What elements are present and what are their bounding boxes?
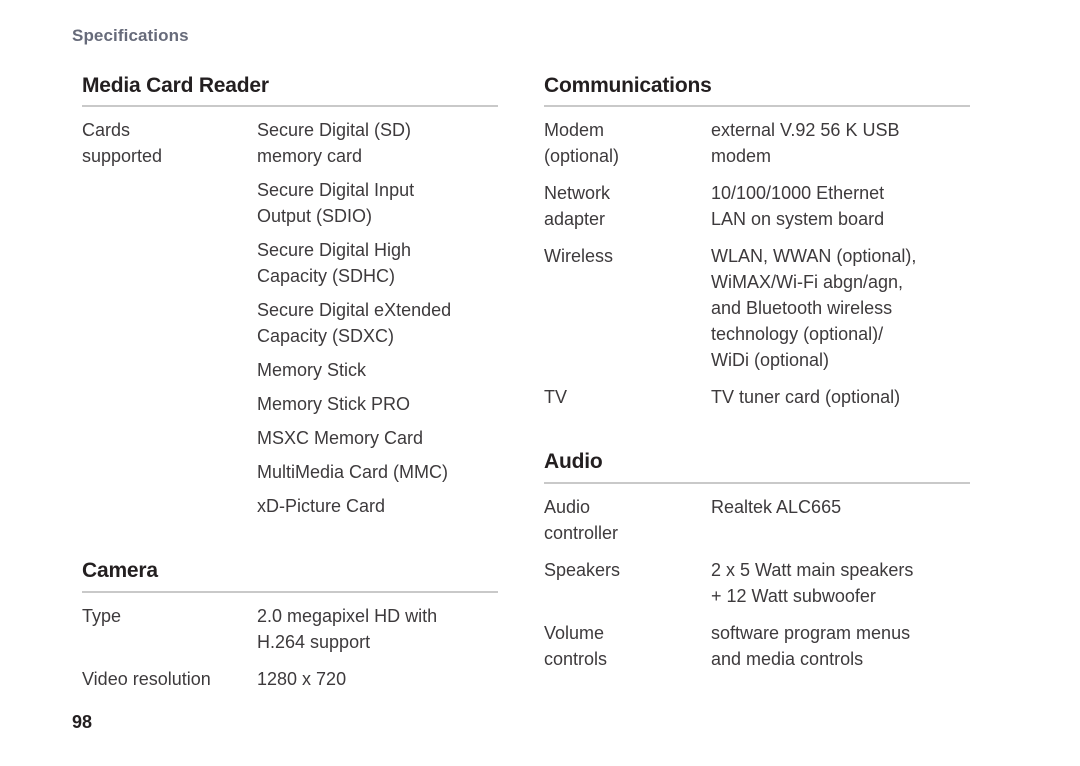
spec-value-item: MultiMedia Card (MMC)	[257, 462, 449, 483]
spec-label: Speakers	[544, 559, 621, 580]
spec-row: Video resolution 1280 x 720	[82, 666, 498, 692]
spec-value: Realtek ALC665	[711, 496, 842, 517]
spec-value-item: Memory Stick	[257, 360, 367, 381]
spec-value-list: Secure Digital (SD) memory card Secure Di…	[257, 117, 498, 519]
spec-label: Cards supported	[82, 120, 163, 167]
spec-row: Cards supported Secure Digital (SD) memor…	[82, 117, 498, 519]
spec-value: 2 x 5 Watt main speakers + 12 Watt subwo…	[711, 559, 914, 606]
spec-value-item: Secure Digital High Capacity (SDHC)	[257, 240, 412, 287]
spec-value-item: xD-Picture Card	[257, 496, 386, 517]
spec-row: Network adapter 10/100/1000 Ethernet LAN …	[544, 180, 970, 232]
spec-label: Wireless	[544, 246, 614, 267]
spec-value-item: Secure Digital (SD) memory card	[257, 120, 412, 167]
spec-value-item: MSXC Memory Card	[257, 428, 424, 449]
right-column: Communications Modem (optional) external V…	[544, 74, 970, 672]
section-rule	[544, 105, 970, 108]
spec-label: Video resolution	[82, 668, 211, 689]
spec-section: Media Card Reader Cards supported Secure D…	[82, 74, 498, 519]
spec-section: Camera Type 2.0 megapixel HD with H.264 su…	[82, 559, 498, 691]
section-title: Camera	[82, 559, 158, 583]
spec-value: 10/100/1000 Ethernet LAN on system board	[711, 183, 885, 230]
spec-value-item: Secure Digital Input Output (SDIO)	[257, 180, 415, 227]
spec-section: Communications Modem (optional) external V…	[544, 74, 970, 410]
spec-section: Audio Audio controller Realtek ALC665 Speak…	[544, 450, 970, 671]
section-rule	[82, 105, 498, 108]
running-head: Specifications	[72, 26, 189, 45]
spec-label: Audio controller	[544, 496, 619, 543]
spec-row: Speakers 2 x 5 Watt main speakers + 12 Wa…	[544, 557, 970, 609]
spec-value: 1280 x 720	[257, 668, 347, 689]
spec-label: Network adapter	[544, 183, 611, 230]
spec-label: Type	[82, 605, 122, 626]
section-rule	[82, 590, 498, 593]
spec-label: Modem (optional)	[544, 120, 620, 167]
left-column: Media Card Reader Cards supported Secure D…	[82, 74, 498, 692]
spec-row: TV TV tuner card (optional)	[544, 384, 970, 410]
section-rule	[544, 481, 970, 484]
spec-value: software program menus and media control…	[711, 622, 911, 669]
page-number: 98	[72, 712, 93, 732]
spec-label: Volume controls	[544, 622, 608, 669]
spec-row: Volume controls software program menus an…	[544, 620, 970, 672]
spec-value: TV tuner card (optional)	[711, 387, 901, 408]
section-title: Media Card Reader	[82, 74, 269, 97]
spec-label: TV	[544, 387, 568, 408]
spec-value: 2.0 megapixel HD with H.264 support	[257, 605, 438, 652]
spec-row: Audio controller Realtek ALC665	[544, 494, 970, 546]
spec-value: Secure Digital (SD) memory card Secure Di…	[257, 117, 498, 519]
spec-value: WLAN, WWAN (optional), WiMAX/Wi-Fi abgn/…	[711, 246, 917, 371]
spec-row: Modem (optional) external V.92 56 K USB m…	[544, 117, 970, 169]
spec-row: Wireless WLAN, WWAN (optional), WiMAX/Wi-…	[544, 243, 970, 373]
spec-value-item: Secure Digital eXtended Capacity (SDXC)	[257, 300, 452, 347]
section-title: Audio	[544, 450, 603, 474]
spec-row: Type 2.0 megapixel HD with H.264 support	[82, 603, 498, 655]
spec-value: external V.92 56 K USB modem	[711, 120, 900, 167]
specifications-page: Specifications Media Card Reader Cards su…	[0, 0, 1080, 766]
section-title: Communications	[544, 74, 712, 97]
spec-value-item: Memory Stick PRO	[257, 394, 411, 415]
